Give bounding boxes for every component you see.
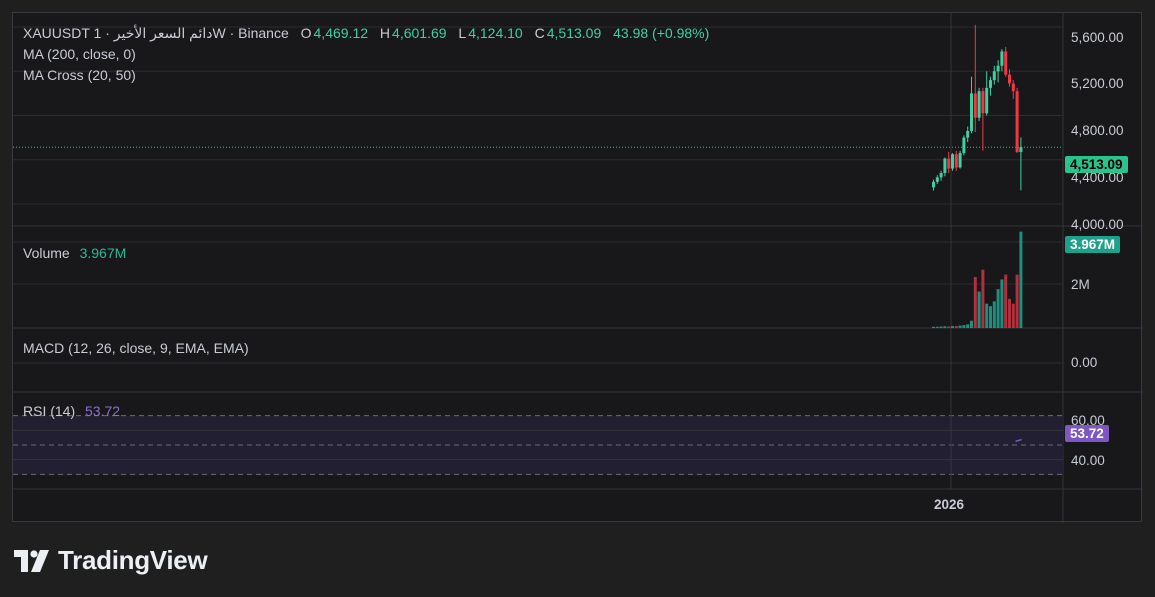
price-tick: 5,200.00 xyxy=(1071,76,1124,91)
low-label: L xyxy=(458,25,467,41)
low-value: 4,124.10 xyxy=(468,25,523,41)
volume-bar xyxy=(951,326,954,328)
volume-bar xyxy=(996,289,1000,328)
candle-body xyxy=(947,158,951,169)
chart-canvas[interactable] xyxy=(13,13,1143,523)
close-value: 4,513.09 xyxy=(546,25,602,41)
high-value: 4,601.69 xyxy=(392,25,447,41)
candle-body xyxy=(973,93,977,118)
volume-bar xyxy=(1000,279,1004,328)
candle-body xyxy=(951,154,954,169)
volume-bar xyxy=(989,306,992,328)
candle-body xyxy=(954,154,958,168)
candle-body xyxy=(939,172,943,178)
candle-body xyxy=(1000,51,1004,66)
volume-label: Volume xyxy=(23,245,70,261)
change-value: 43.98 (+0.98%) xyxy=(613,25,710,41)
candle-body xyxy=(1011,83,1015,92)
volume-bar xyxy=(943,326,947,328)
price-tick: 5,600.00 xyxy=(1071,30,1124,45)
tradingview-logo-icon xyxy=(14,549,49,572)
volume-bar xyxy=(947,326,951,328)
volume-value: 3.967M xyxy=(79,245,127,261)
volume-bar xyxy=(992,301,996,328)
volume-bar xyxy=(1015,274,1019,328)
candle-body xyxy=(962,137,966,154)
open-value: 4,469.12 xyxy=(313,25,369,41)
rsi-last-tag: 53.72 xyxy=(1065,425,1109,442)
volume-bar xyxy=(973,277,977,328)
candle-body xyxy=(958,153,962,168)
symbol-line[interactable]: XAUUSDT 1 · دائم السعر الأخيرW · Binance xyxy=(23,25,289,41)
price-tick: 4,800.00 xyxy=(1071,123,1124,138)
time-axis-label: 2026 xyxy=(934,497,965,512)
candle-body xyxy=(970,93,973,131)
volume-bar xyxy=(958,325,962,328)
volume-bar xyxy=(939,326,943,328)
candle-body xyxy=(985,87,989,114)
candle-body xyxy=(992,71,996,81)
ma-legend[interactable]: MA (200, close, 0) xyxy=(23,46,136,62)
brand-name: TradingView xyxy=(58,545,208,575)
volume-bar xyxy=(1004,274,1008,328)
volume-last-tag: 3.967M xyxy=(1065,236,1121,253)
candle-body xyxy=(989,80,992,88)
macd-legend[interactable]: MACD (12, 26, close, 9, EMA, EMA) xyxy=(23,340,249,356)
volume-bar xyxy=(981,269,985,328)
candle-body xyxy=(1004,51,1008,75)
candle-body xyxy=(996,65,1000,72)
high-label: H xyxy=(379,25,391,41)
volume-bar xyxy=(1008,298,1011,328)
candle-body xyxy=(943,158,947,173)
open-label: O xyxy=(300,25,312,41)
rsi-legend[interactable]: RSI (14) 53.72 xyxy=(23,403,120,419)
candle-body xyxy=(977,91,981,118)
volume-legend[interactable]: Volume 3.967M xyxy=(23,245,126,261)
close-label: C xyxy=(534,25,545,41)
volume-bar xyxy=(970,320,973,328)
volume-bar xyxy=(985,303,989,328)
candle-body xyxy=(935,177,939,182)
volume-tick: 2M xyxy=(1071,277,1090,292)
price-tick: 4,000.00 xyxy=(1071,217,1124,232)
chart-frame[interactable]: XAUUSDT 1 · دائم السعر الأخيرW · Binance… xyxy=(12,12,1143,523)
volume-bar xyxy=(977,291,981,328)
candle-body xyxy=(1019,147,1023,153)
volume-bar xyxy=(954,326,958,328)
volume-bar xyxy=(932,326,935,328)
rsi-label: RSI (14) xyxy=(23,403,76,419)
macd-tick: 0.00 xyxy=(1071,355,1098,370)
volume-bar xyxy=(935,326,939,328)
candle-body xyxy=(966,130,970,138)
volume-bar xyxy=(1019,231,1023,328)
rsi-value: 53.72 xyxy=(85,403,121,419)
ma-cross-legend[interactable]: MA Cross (20, 50) xyxy=(23,67,136,83)
candle-body xyxy=(1008,74,1011,84)
symbol-legend: XAUUSDT 1 · دائم السعر الأخيرW · Binance… xyxy=(23,25,709,42)
tradingview-logo[interactable]: TradingView xyxy=(14,545,208,576)
candle-body xyxy=(1015,91,1019,152)
candle-body xyxy=(932,181,935,188)
volume-bar xyxy=(962,325,966,328)
last-price-tag: 4,513.09 xyxy=(1065,156,1128,173)
volume-bar xyxy=(1011,303,1015,328)
candle-body xyxy=(981,91,985,114)
rsi-tick: 40.00 xyxy=(1071,453,1105,468)
volume-bar xyxy=(966,324,970,328)
